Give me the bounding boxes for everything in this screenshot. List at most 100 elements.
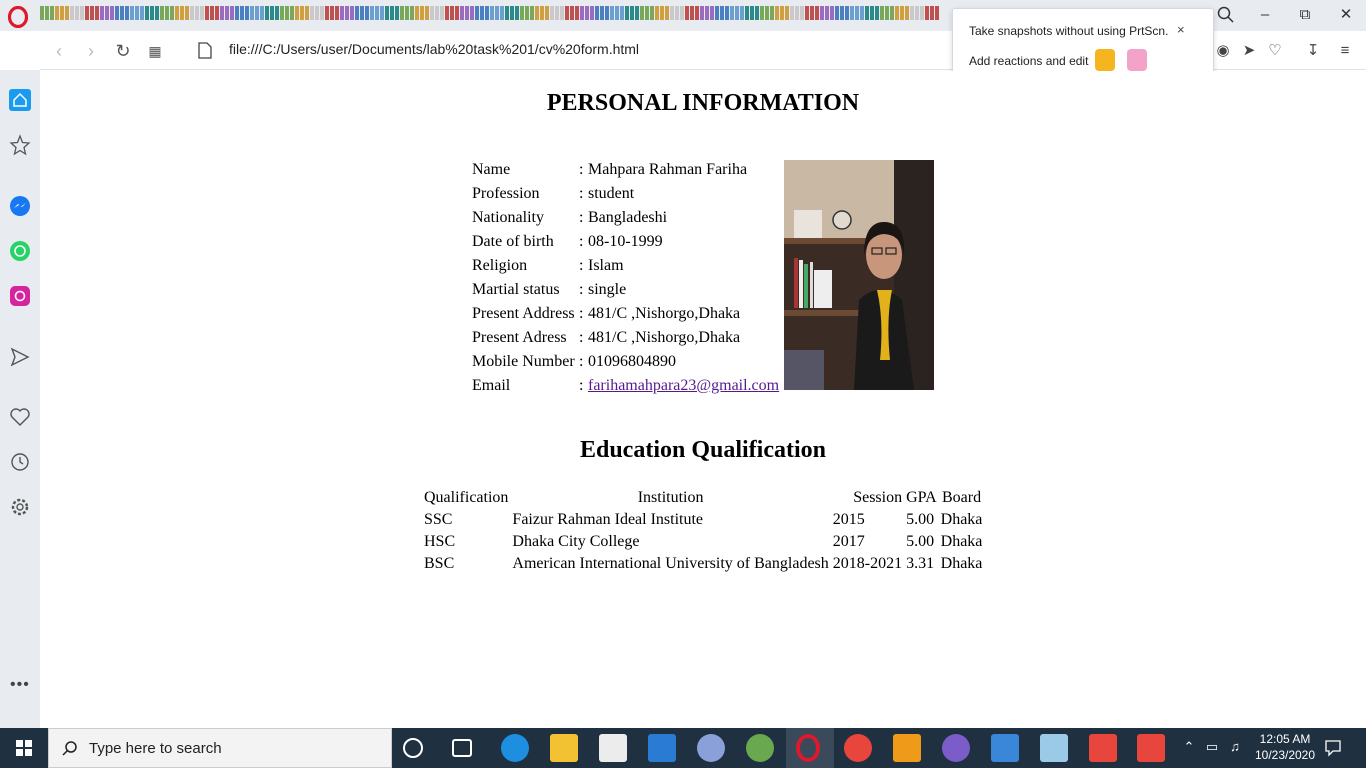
mini-tab[interactable] — [420, 6, 424, 20]
mini-tab[interactable] — [45, 6, 49, 20]
back-button[interactable]: ‹ — [48, 40, 70, 62]
mini-tab[interactable] — [260, 6, 264, 20]
mini-tab[interactable] — [565, 6, 569, 20]
instagram-icon[interactable] — [8, 284, 32, 308]
home-icon[interactable] — [8, 88, 32, 112]
mini-tab[interactable] — [755, 6, 759, 20]
mini-tab[interactable] — [865, 6, 869, 20]
mini-tab[interactable] — [610, 6, 614, 20]
mini-tab[interactable] — [820, 6, 824, 20]
mini-tab[interactable] — [340, 6, 344, 20]
anydesk-icon[interactable] — [1089, 734, 1117, 762]
reload-button[interactable]: ↻ — [112, 40, 134, 62]
mini-tab[interactable] — [285, 6, 289, 20]
edge-icon[interactable] — [501, 734, 529, 762]
task-view-icon[interactable] — [452, 739, 472, 757]
mini-tab[interactable] — [465, 6, 469, 20]
mini-tab[interactable] — [185, 6, 189, 20]
store-icon[interactable] — [599, 734, 627, 762]
mini-tab[interactable] — [480, 6, 484, 20]
mini-tab[interactable] — [690, 6, 694, 20]
mini-tab[interactable] — [935, 6, 939, 20]
send-icon[interactable]: ➤ — [1238, 40, 1260, 62]
mini-tab[interactable] — [725, 6, 729, 20]
mini-tab[interactable] — [90, 6, 94, 20]
mini-tab[interactable] — [375, 6, 379, 20]
mini-tab[interactable] — [290, 6, 294, 20]
utorrent-icon[interactable] — [746, 734, 774, 762]
mini-tab[interactable] — [830, 6, 834, 20]
mini-tab[interactable] — [165, 6, 169, 20]
mail-icon[interactable] — [648, 734, 676, 762]
mini-tab[interactable] — [105, 6, 109, 20]
mini-tab[interactable] — [175, 6, 179, 20]
mini-tab[interactable] — [280, 6, 284, 20]
mini-tab[interactable] — [680, 6, 684, 20]
mini-tab[interactable] — [635, 6, 639, 20]
mini-tab[interactable] — [730, 6, 734, 20]
mini-tab[interactable] — [110, 6, 114, 20]
mini-tab[interactable] — [845, 6, 849, 20]
mini-tab[interactable] — [65, 6, 69, 20]
mini-tab[interactable] — [615, 6, 619, 20]
mini-tab[interactable] — [590, 6, 594, 20]
mini-tab[interactable] — [670, 6, 674, 20]
mini-tab[interactable] — [625, 6, 629, 20]
cortana-icon[interactable] — [403, 738, 423, 758]
tray-chevron-icon[interactable]: ⌃ — [1181, 739, 1197, 755]
mini-tab[interactable] — [540, 6, 544, 20]
mini-tab[interactable] — [125, 6, 129, 20]
mini-tab[interactable] — [720, 6, 724, 20]
mini-tab[interactable] — [430, 6, 434, 20]
mini-tab[interactable] — [215, 6, 219, 20]
mini-tab[interactable] — [760, 6, 764, 20]
mini-tab[interactable] — [640, 6, 644, 20]
windows-start-icon[interactable] — [0, 728, 48, 768]
mini-tab[interactable] — [930, 6, 934, 20]
mini-tab[interactable] — [320, 6, 324, 20]
mini-tab[interactable] — [580, 6, 584, 20]
minimize-button[interactable]: – — [1250, 4, 1280, 26]
mini-tab[interactable] — [785, 6, 789, 20]
mini-tab[interactable] — [265, 6, 269, 20]
mini-tab[interactable] — [390, 6, 394, 20]
mini-tab[interactable] — [925, 6, 929, 20]
mini-tab[interactable] — [840, 6, 844, 20]
mini-tab[interactable] — [510, 6, 514, 20]
mini-tab[interactable] — [75, 6, 79, 20]
mini-tab[interactable] — [875, 6, 879, 20]
mini-tab[interactable] — [485, 6, 489, 20]
mini-tab[interactable] — [855, 6, 859, 20]
file-explorer-icon[interactable] — [550, 734, 578, 762]
mini-tab[interactable] — [355, 6, 359, 20]
anydesk-icon-2[interactable] — [1137, 734, 1165, 762]
mini-tab[interactable] — [895, 6, 899, 20]
mini-tab[interactable] — [870, 6, 874, 20]
mini-tab[interactable] — [230, 6, 234, 20]
mini-tab[interactable] — [920, 6, 924, 20]
mini-tab[interactable] — [210, 6, 214, 20]
mini-tab[interactable] — [790, 6, 794, 20]
mini-tab[interactable] — [145, 6, 149, 20]
photos-icon[interactable] — [991, 734, 1019, 762]
mini-tab[interactable] — [560, 6, 564, 20]
mini-tab[interactable] — [160, 6, 164, 20]
mini-tab[interactable] — [415, 6, 419, 20]
mini-tab[interactable] — [410, 6, 414, 20]
mini-tab[interactable] — [270, 6, 274, 20]
mini-tab[interactable] — [440, 6, 444, 20]
popup-close-button[interactable]: × — [1177, 22, 1185, 37]
mini-tab[interactable] — [555, 6, 559, 20]
taskbar-search[interactable]: Type here to search — [48, 728, 392, 768]
mini-tab[interactable] — [235, 6, 239, 20]
mini-tab[interactable] — [345, 6, 349, 20]
more-icon[interactable]: ••• — [10, 676, 30, 694]
mini-tab[interactable] — [475, 6, 479, 20]
mini-tab[interactable] — [795, 6, 799, 20]
mini-tab[interactable] — [455, 6, 459, 20]
close-window-button[interactable]: ✕ — [1331, 4, 1361, 26]
mini-tab[interactable] — [860, 6, 864, 20]
mini-tab[interactable] — [810, 6, 814, 20]
mini-tab[interactable] — [630, 6, 634, 20]
mini-tab[interactable] — [450, 6, 454, 20]
